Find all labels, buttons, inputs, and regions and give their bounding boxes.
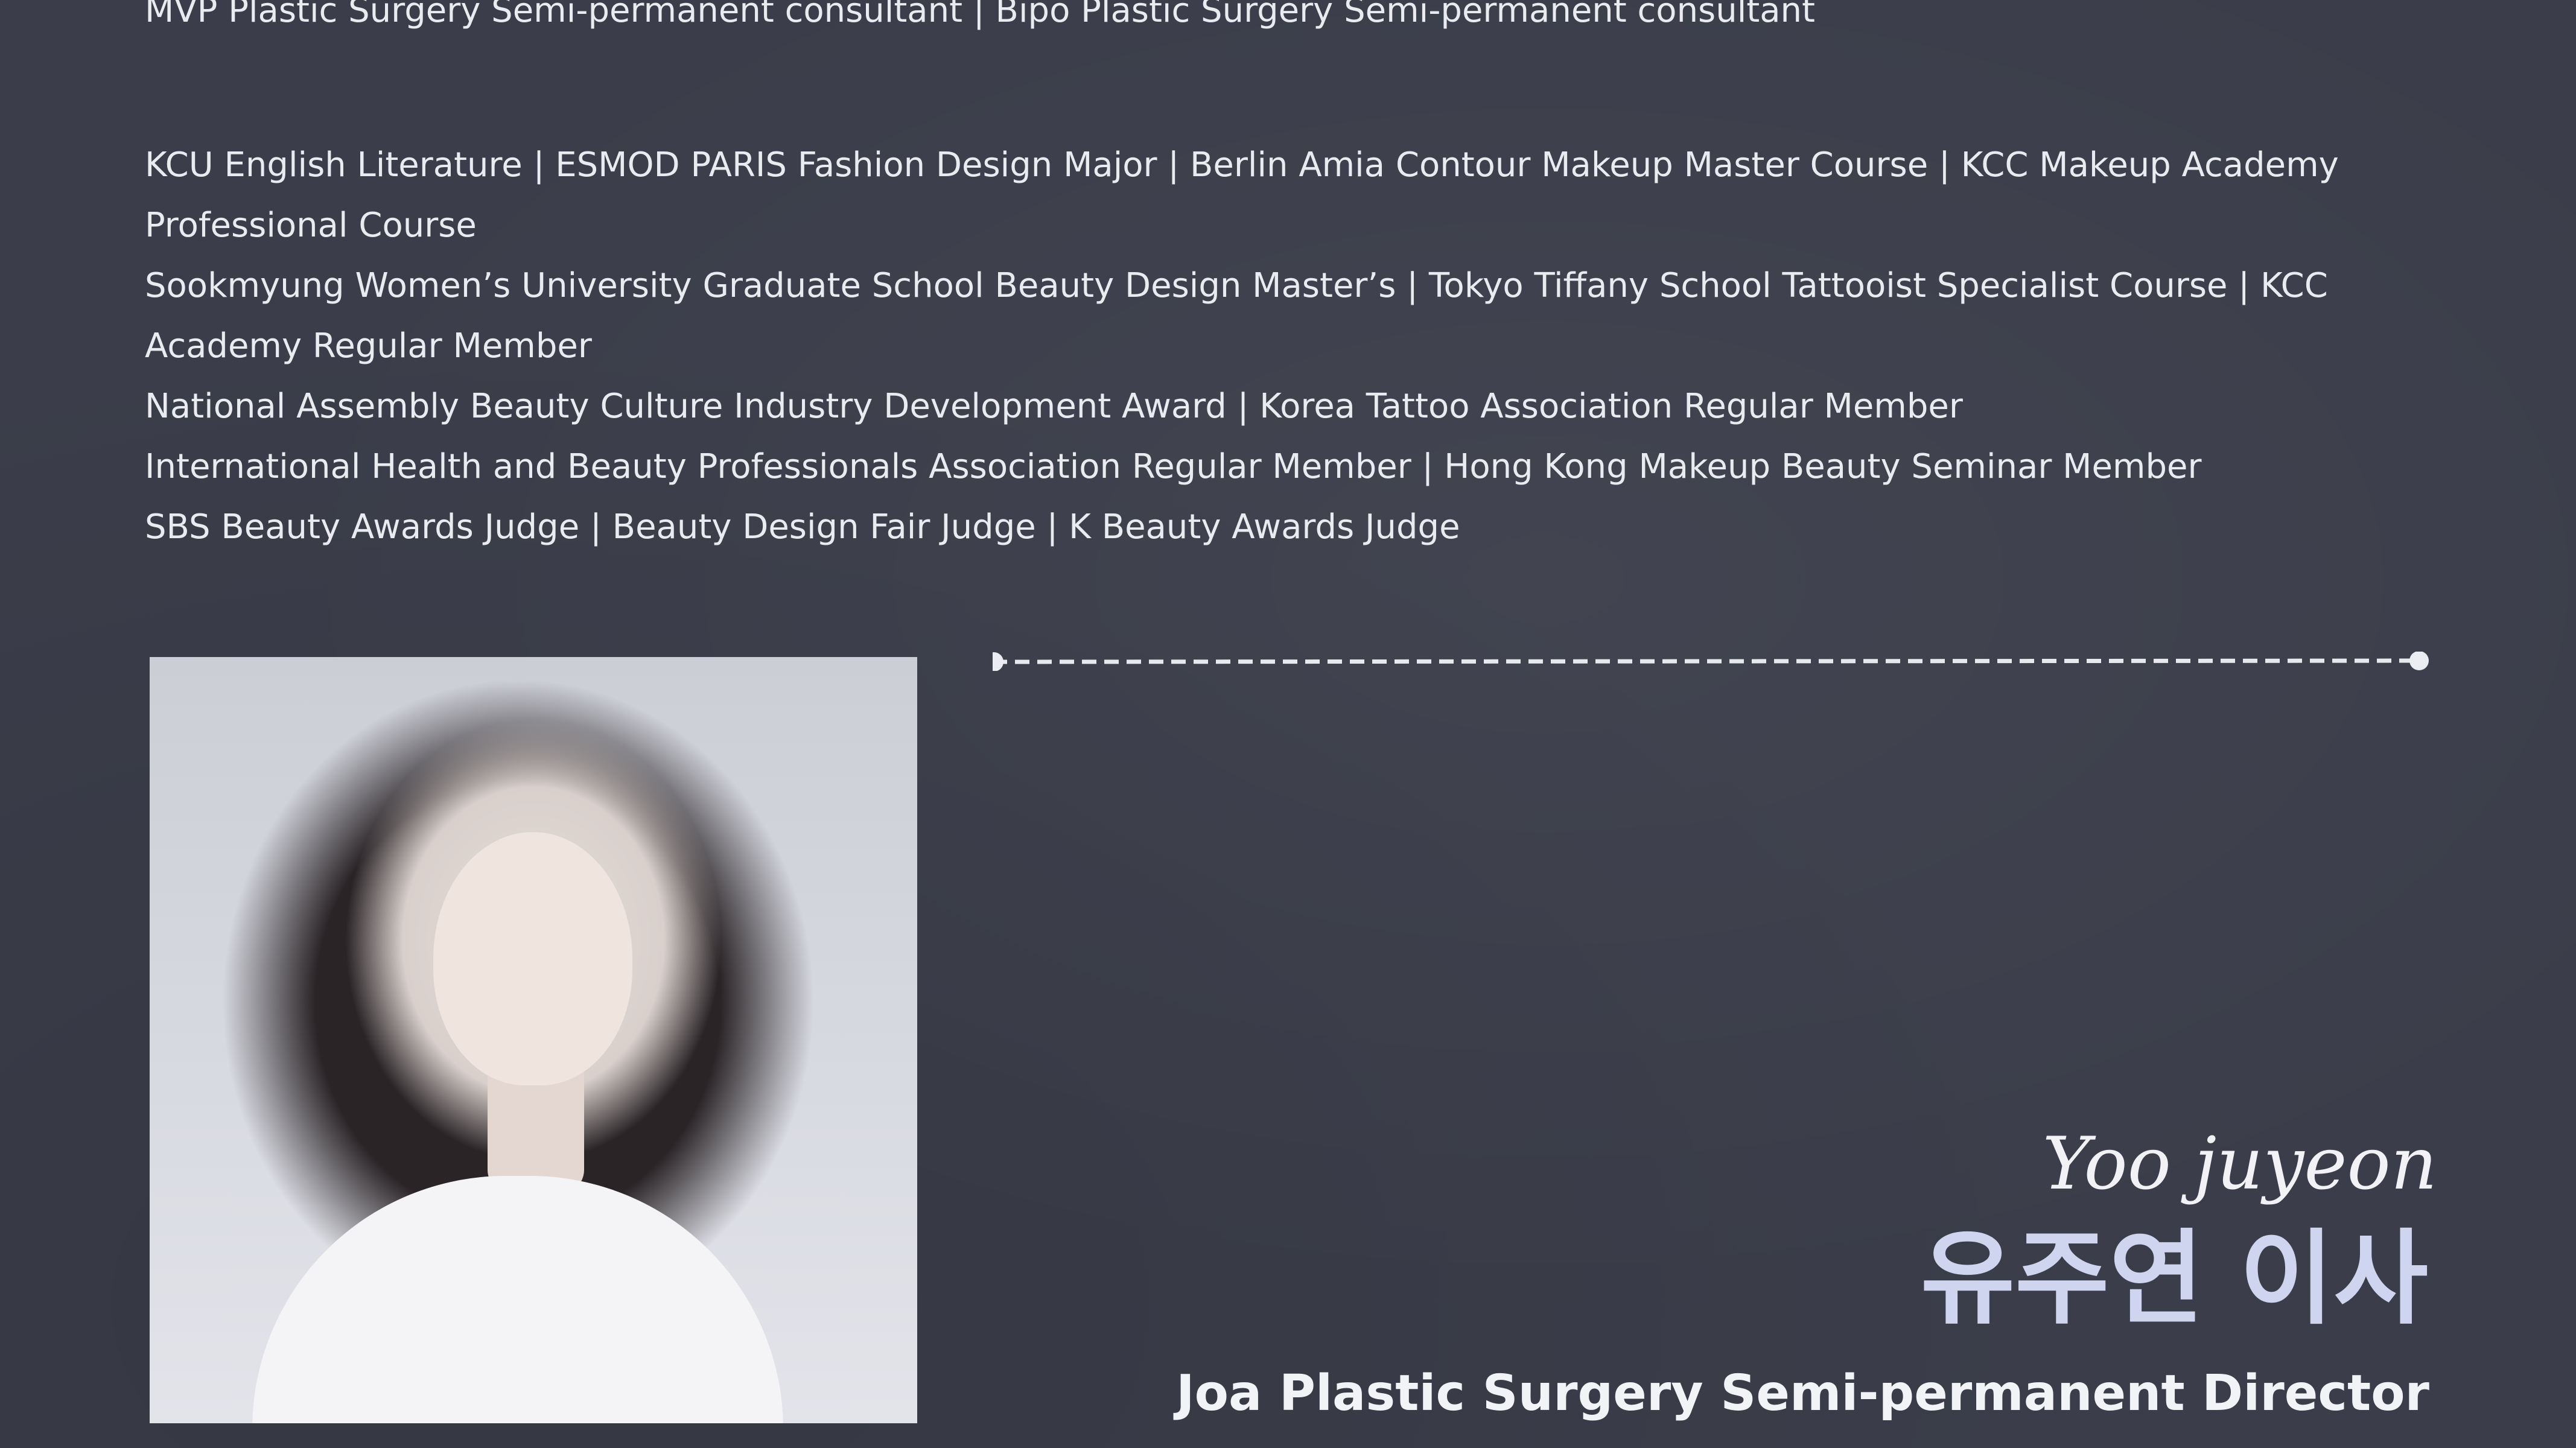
- photo-face: [433, 832, 632, 1085]
- credential-line: International Health and Beauty Professi…: [145, 447, 2202, 486]
- dashed-divider: [993, 652, 2429, 671]
- previous-credentials-line: MVP Plastic Surgery Semi-permanent consu…: [145, 0, 1816, 30]
- profile-page: MVP Plastic Surgery Semi-permanent consu…: [0, 0, 2576, 1448]
- credential-line: KCU English Literature | ESMOD PARIS Fas…: [145, 145, 2339, 245]
- divider-start-dot: [993, 652, 1003, 671]
- divider-end-dot: [2409, 652, 2429, 670]
- credentials-list: KCU English Literature | ESMOD PARIS Fas…: [145, 135, 2390, 557]
- korean-name: 유주연 이사: [1920, 1219, 2428, 1339]
- photo-shirt: [252, 1176, 783, 1423]
- job-title: Joa Plastic Surgery Semi-permanent Direc…: [1176, 1365, 2429, 1422]
- profile-photo: [150, 657, 917, 1423]
- credential-line: SBS Beauty Awards Judge | Beauty Design …: [145, 507, 1460, 547]
- dashed-line: [993, 658, 2422, 664]
- credential-line: Sookmyung Women’s University Graduate Sc…: [145, 266, 2328, 366]
- script-signature-name: Yoo juyeon: [2042, 1122, 2437, 1206]
- credential-line: National Assembly Beauty Culture Industr…: [145, 387, 1963, 426]
